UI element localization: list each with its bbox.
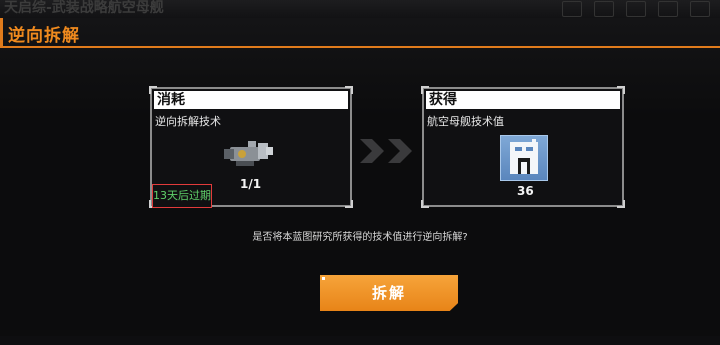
bottom-strip xyxy=(0,336,720,345)
button-corner-dot xyxy=(322,277,325,280)
consume-header: 消耗 xyxy=(154,91,348,109)
obtain-header: 获得 xyxy=(426,91,620,109)
consume-subtitle: 逆向拆解技术 xyxy=(155,115,221,128)
mechanical-part-icon[interactable] xyxy=(220,137,276,171)
obtain-panel: 获得 航空母舰技术值 36 xyxy=(421,86,625,208)
bg-icon-1 xyxy=(562,1,582,17)
consume-count: 1/1 xyxy=(240,177,262,191)
bg-icon-4 xyxy=(658,1,678,17)
obtain-subtitle: 航空母舰技术值 xyxy=(427,115,504,128)
obtain-value: 36 xyxy=(517,184,534,198)
expire-badge: 13天后过期 xyxy=(152,184,212,208)
blueprint-building-icon[interactable] xyxy=(500,135,548,181)
background-top-strip: 天启综-武装战略航空母舰 xyxy=(0,0,720,19)
confirm-question: 是否将本蓝图研究所获得的技术值进行逆向拆解? xyxy=(252,232,468,243)
bg-icon-3 xyxy=(626,1,646,17)
reverse-disassemble-dialog: 逆向拆解 消耗 逆向拆解技术 1/1 13天后过期 获得 航空母舰技术值 36 … xyxy=(0,18,720,345)
chevron-right-icon-2 xyxy=(388,139,412,163)
dialog-titlebar: 逆向拆解 xyxy=(0,18,720,48)
background-title: 天启综-武装战略航空母舰 xyxy=(4,0,164,16)
titlebar-accent xyxy=(0,18,3,46)
consume-panel: 消耗 逆向拆解技术 1/1 13天后过期 xyxy=(149,86,353,208)
disassemble-button-label: 拆解 xyxy=(371,284,406,302)
bg-icon-5 xyxy=(690,1,710,17)
dialog-title: 逆向拆解 xyxy=(8,26,80,46)
disassemble-button[interactable]: 拆解 xyxy=(320,275,458,311)
bg-icon-2 xyxy=(594,1,614,17)
